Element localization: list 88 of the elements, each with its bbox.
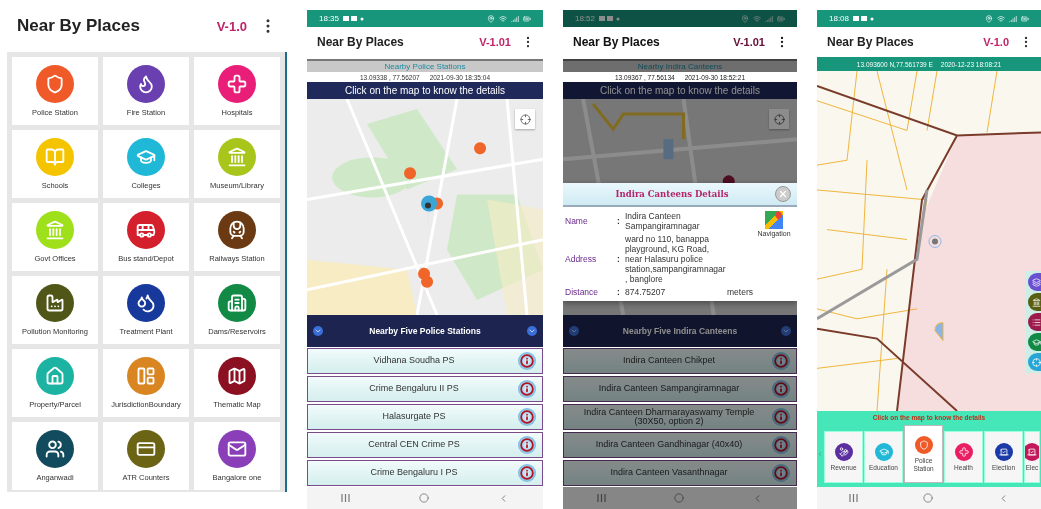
- status-time: 18:08: [829, 14, 850, 23]
- field-separator: :: [617, 216, 621, 226]
- status-time: 18:52: [575, 14, 596, 23]
- list-item[interactable]: Crime Bengaluru I PS: [307, 460, 543, 486]
- map-tool-button[interactable]: [1028, 313, 1041, 331]
- my-location-button[interactable]: [769, 109, 789, 129]
- info-icon[interactable]: [518, 408, 536, 426]
- map-tool-button[interactable]: [1028, 293, 1041, 311]
- chevron-down-icon: [313, 326, 323, 336]
- field-value: ward no 110, banappa playground, KG Road, near Halasuru police station,sampangiramnagar, banglore: [625, 234, 727, 284]
- version-label: V-1.0: [216, 18, 247, 34]
- recent-apps-button[interactable]: [341, 494, 351, 502]
- instruction-banner: Click on the map to know the details: [307, 82, 543, 99]
- instruction-banner: Click on the map to know the details: [563, 82, 797, 99]
- chevron-down-icon: [527, 326, 537, 336]
- info-icon[interactable]: [772, 464, 790, 482]
- chevron-down-icon: [569, 326, 579, 336]
- battery-icon: [1021, 14, 1029, 23]
- unit-label: meters: [727, 287, 754, 297]
- list-item[interactable]: Indira Canteen Dharmarayaswamy Temple (30X50, option 2): [563, 404, 797, 430]
- info-icon[interactable]: [518, 436, 536, 454]
- info-icon[interactable]: [772, 380, 790, 398]
- list-item[interactable]: Crime Bengaluru II PS: [307, 376, 543, 402]
- signal-icon: [1009, 14, 1017, 23]
- map-tool-button[interactable]: [1028, 273, 1041, 291]
- notification-icons-drawing: [853, 15, 876, 22]
- info-icon[interactable]: [772, 408, 790, 426]
- recent-apps-button[interactable]: [597, 494, 606, 502]
- info-icon[interactable]: [772, 436, 790, 454]
- list-icon: [1032, 317, 1041, 327]
- close-icon: [778, 189, 788, 199]
- crosshair-icon: [773, 113, 785, 125]
- dialog-title: Indira Canteens Details: [614, 189, 730, 199]
- list-title: Nearby Five Indira Canteens: [621, 326, 739, 336]
- list-item[interactable]: Indira Canteen Sampangiramnagar: [563, 376, 797, 402]
- location-icon: [741, 14, 749, 23]
- app-title: Near By Places: [317, 35, 405, 49]
- battery-icon: [523, 14, 531, 23]
- chevron-down-icon: [781, 326, 791, 336]
- location-icon: [487, 14, 495, 23]
- layer-title-band: Nearby Indira Canteens: [563, 59, 797, 72]
- list-item[interactable]: Indira Canteen Gandhinagar (40x40): [563, 432, 797, 458]
- list-item[interactable]: Vidhana Soudha PS: [307, 348, 543, 374]
- field-separator: :: [617, 287, 621, 297]
- info-icon[interactable]: [518, 380, 536, 398]
- field-separator: :: [617, 254, 621, 264]
- app-title: Near By Places: [17, 16, 141, 36]
- version-label: V-1.01: [479, 36, 511, 48]
- close-button[interactable]: [775, 186, 791, 202]
- layers-icon: [1032, 277, 1041, 287]
- wifi-icon: [997, 14, 1005, 23]
- home-button[interactable]: [923, 493, 933, 503]
- field-label: Address: [565, 254, 598, 264]
- crosshair-icon: [519, 113, 531, 125]
- map-tool-button[interactable]: [1028, 333, 1041, 351]
- signal-icon: [511, 14, 519, 23]
- version-label: V-1.0: [983, 36, 1009, 48]
- field-label: Distance: [565, 287, 600, 297]
- battery-icon: [777, 14, 785, 23]
- field-value: Indira Canteen Sampangiramnagar: [625, 211, 701, 231]
- field-label: Name: [565, 216, 589, 226]
- version-label: V-1.01: [733, 36, 765, 48]
- map-pin-logo-icon: [765, 211, 783, 229]
- app-title: Near By Places: [573, 35, 661, 49]
- layer-title-band: Nearby Police Stations: [307, 59, 543, 72]
- home-button[interactable]: [419, 493, 429, 503]
- list-item[interactable]: Central CEN Crime PS: [307, 432, 543, 458]
- list-item[interactable]: Halasurgate PS: [307, 404, 543, 430]
- columned-building-icon: [1032, 297, 1041, 307]
- notification-icons-drawing: [599, 15, 622, 22]
- info-icon[interactable]: [518, 464, 536, 482]
- list-item[interactable]: Indira Canteen Chikpet: [563, 348, 797, 374]
- location-icon: [985, 14, 993, 23]
- wifi-icon: [499, 14, 507, 23]
- wifi-icon: [753, 14, 761, 23]
- my-location-button[interactable]: [515, 109, 535, 129]
- recent-apps-button[interactable]: [849, 494, 859, 502]
- signal-icon: [765, 14, 773, 23]
- info-icon[interactable]: [772, 352, 790, 370]
- info-icon[interactable]: [518, 352, 536, 370]
- field-value: 874.75207: [625, 287, 667, 297]
- list-title: Nearby Five Police Stations: [368, 326, 482, 336]
- status-time: 18:35: [319, 14, 340, 23]
- list-item[interactable]: Indira Canteen Vasanthnagar: [563, 460, 797, 486]
- app-title: Near By Places: [827, 35, 915, 49]
- crosshair-icon: [1032, 357, 1041, 367]
- graduation-cap-icon: [1032, 337, 1041, 347]
- notification-icons-drawing: [343, 15, 366, 22]
